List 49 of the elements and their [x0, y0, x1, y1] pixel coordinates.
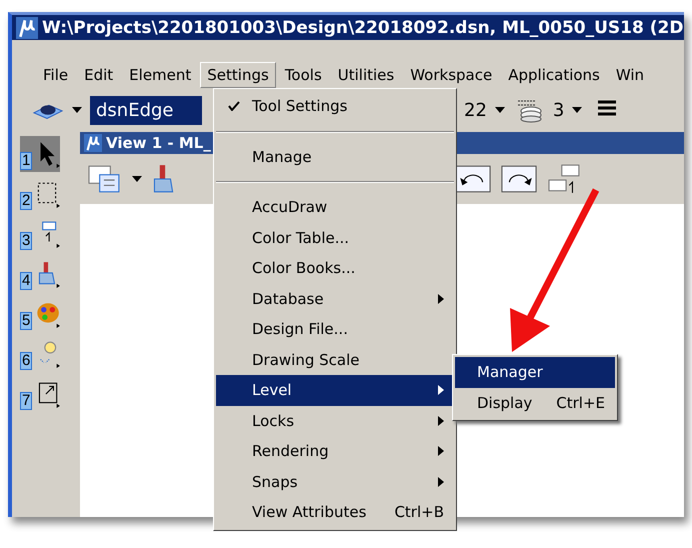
menu-item[interactable]: Utilities [330, 62, 402, 88]
menu-item[interactable]: Edit [77, 62, 120, 88]
menu-item[interactable]: Applications [501, 62, 607, 88]
submenu-arrow-icon [438, 416, 444, 426]
menu-item[interactable]: Snaps [216, 466, 454, 497]
layer-count: 3 [552, 100, 564, 120]
tool-button[interactable]: 7 [20, 376, 60, 412]
caret-icon[interactable] [72, 107, 82, 113]
caret-icon[interactable] [572, 107, 582, 113]
tool-button[interactable]: 5 [20, 296, 60, 332]
caret-icon[interactable] [132, 176, 142, 182]
tool-button[interactable]: 4 [20, 256, 60, 292]
redo-view-icon[interactable] [500, 163, 538, 195]
undo-view-icon[interactable] [454, 163, 492, 195]
menu-item[interactable]: Element [122, 62, 198, 88]
tool-button[interactable]: 3 [20, 216, 60, 252]
menu-item[interactable]: Win [608, 62, 652, 88]
menu-item[interactable]: Drawing Scale [216, 344, 454, 375]
menu-item[interactable]: Locks [216, 406, 454, 436]
menu-item[interactable]: Settings [200, 62, 276, 88]
caret-icon[interactable] [494, 107, 505, 113]
toolbar-value: 22 [464, 100, 487, 120]
menu-item[interactable]: Manager [455, 357, 615, 388]
app-logo-icon [16, 16, 38, 38]
view-title: View 1 - ML_ [106, 134, 211, 152]
submenu-arrow-icon [438, 446, 444, 456]
tool-button[interactable]: 1 [20, 136, 60, 172]
menu-item[interactable]: Display Ctrl+E [455, 388, 615, 418]
app-logo-icon [84, 134, 102, 152]
menu-item[interactable]: Tools [278, 62, 329, 88]
menu-item[interactable]: Rendering [216, 436, 454, 466]
menu-item[interactable]: Color Books... [216, 253, 454, 284]
tool-button[interactable]: 2 [20, 176, 60, 212]
menu-item[interactable]: Tool Settings [216, 91, 454, 122]
menu-item[interactable]: File [36, 62, 76, 88]
model-combo[interactable]: dsnEdge [90, 96, 202, 124]
submenu-arrow-icon [438, 294, 444, 304]
submenu-arrow-icon [438, 385, 444, 396]
window-title: W:\Projects\2201801003\Design\22018092.dsn, ML_0050_US18 (2D [42, 18, 684, 38]
menu-item[interactable]: View Attributes Ctrl+B [216, 497, 454, 528]
menu-item[interactable]: AccuDraw [216, 192, 454, 222]
tool-button[interactable]: 6 [20, 336, 60, 372]
menu-item[interactable]: Manage [216, 142, 454, 172]
menu-item[interactable]: Database [216, 284, 454, 314]
menu-item[interactable]: Color Table... [216, 222, 454, 253]
menu-item[interactable]: Workspace [403, 62, 500, 88]
submenu-arrow-icon [438, 476, 444, 487]
menu-item[interactable]: Design File... [216, 314, 454, 344]
menu-item[interactable]: Level [216, 375, 454, 406]
